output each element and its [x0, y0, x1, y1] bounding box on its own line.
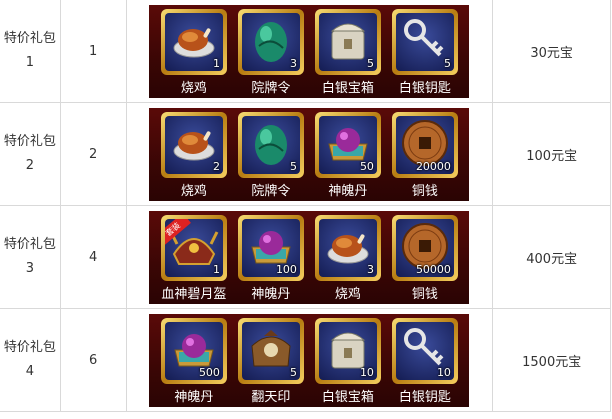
item-label: 血神碧月盔	[161, 286, 227, 302]
pack-price: 30元宝	[492, 0, 611, 103]
item-label: 白银钥匙	[398, 80, 451, 96]
roast-chicken-icon	[171, 20, 217, 64]
roast-chicken-icon	[325, 226, 371, 270]
reward-item: 5 白银钥匙	[386, 8, 463, 98]
item-quantity: 10	[359, 365, 374, 379]
reward-item: 5 白银宝箱	[309, 8, 386, 98]
item-quantity: 1	[212, 56, 220, 70]
table-row: 特价礼包3 4 套装 1 血神碧月盔 100 神魄丹 3 烧鸡 50000 铜钱 400元宝	[0, 205, 611, 309]
silver-chest-icon	[327, 17, 369, 67]
item-frame: 5	[237, 111, 304, 178]
item-label: 院牌令	[251, 183, 291, 199]
item-label: 铜钱	[411, 286, 438, 302]
item-quantity: 50	[359, 159, 374, 173]
pack-count: 4	[59, 205, 127, 309]
item-label: 院牌令	[251, 80, 291, 96]
item-frame: 5	[237, 317, 304, 384]
item-strip: 500 神魄丹 5 翻天印 10 白银宝箱 10 白银钥匙	[149, 313, 470, 407]
item-frame: 1	[160, 8, 227, 75]
reward-item: 50 神魄丹	[309, 111, 386, 201]
item-frame: 500	[160, 317, 227, 384]
item-frame: 3	[237, 8, 304, 75]
pack-name: 特价礼包1	[0, 0, 61, 103]
pack-items: 2 烧鸡 5 院牌令 50 神魄丹 20000 铜钱	[125, 102, 494, 206]
item-label: 白银宝箱	[321, 389, 374, 405]
reward-item: 3 烧鸡	[309, 214, 386, 304]
pack-count: 6	[59, 308, 127, 412]
item-label: 烧鸡	[180, 80, 207, 96]
pack-name: 特价礼包4	[0, 308, 61, 412]
item-frame: 100	[237, 214, 304, 281]
item-quantity: 3	[366, 262, 374, 276]
item-quantity: 1	[212, 262, 220, 276]
reward-item: 20000 铜钱	[386, 111, 463, 201]
reward-item: 10 白银宝箱	[309, 317, 386, 407]
table-row: 特价礼包4 6 500 神魄丹 5 翻天印 10 白银宝箱 10 白银钥匙 1500元宝	[0, 308, 611, 412]
reward-item: 5 翻天印	[232, 317, 309, 407]
roast-chicken-icon	[171, 123, 217, 167]
green-jade-icon	[251, 16, 291, 68]
reward-item: 2 烧鸡	[155, 111, 232, 201]
item-frame: 20000	[391, 111, 458, 178]
pack-price: 400元宝	[492, 205, 611, 309]
item-frame: 50000	[391, 214, 458, 281]
item-frame: 10	[314, 317, 381, 384]
pack-count: 2	[59, 102, 127, 206]
item-quantity: 5	[443, 56, 451, 70]
item-quantity: 500	[198, 365, 220, 379]
item-strip: 2 烧鸡 5 院牌令 50 神魄丹 20000 铜钱	[149, 107, 470, 201]
reward-item: 套装 1 血神碧月盔	[155, 214, 232, 304]
item-quantity: 50000	[415, 262, 451, 276]
gift-pack-table: 特价礼包1 1 1 烧鸡 3 院牌令 5 白银宝箱 5 白银钥匙 30元宝 特价礼包2 2 2…	[0, 0, 611, 412]
item-frame: 2	[160, 111, 227, 178]
item-frame: 5	[391, 8, 458, 75]
item-quantity: 100	[275, 262, 297, 276]
item-label: 烧鸡	[334, 286, 361, 302]
reward-item: 5 院牌令	[232, 111, 309, 201]
item-strip: 套装 1 血神碧月盔 100 神魄丹 3 烧鸡 50000 铜钱	[149, 210, 470, 304]
item-quantity: 5	[366, 56, 374, 70]
item-quantity: 10	[436, 365, 451, 379]
item-quantity: 20000	[415, 159, 451, 173]
reward-item: 100 神魄丹	[232, 214, 309, 304]
item-label: 铜钱	[411, 183, 438, 199]
table-row: 特价礼包1 1 1 烧鸡 3 院牌令 5 白银宝箱 5 白银钥匙 30元宝	[0, 0, 611, 103]
item-frame: 套装 1	[160, 214, 227, 281]
item-label: 翻天印	[251, 389, 291, 405]
pack-items: 套装 1 血神碧月盔 100 神魄丹 3 烧鸡 50000 铜钱	[125, 205, 494, 309]
reward-item: 500 神魄丹	[155, 317, 232, 407]
pack-items: 500 神魄丹 5 翻天印 10 白银宝箱 10 白银钥匙	[125, 308, 494, 412]
item-strip: 1 烧鸡 3 院牌令 5 白银宝箱 5 白银钥匙	[149, 4, 470, 98]
reward-item: 50000 铜钱	[386, 214, 463, 304]
pack-price: 1500元宝	[492, 308, 611, 412]
pack-price: 100元宝	[492, 102, 611, 206]
seal-icon	[246, 326, 296, 376]
green-jade-icon	[251, 119, 291, 171]
item-frame: 5	[314, 8, 381, 75]
table-row: 特价礼包2 2 2 烧鸡 5 院牌令 50 神魄丹 20000 铜钱 100元宝	[0, 102, 611, 206]
item-frame: 50	[314, 111, 381, 178]
reward-item: 3 院牌令	[232, 8, 309, 98]
item-quantity: 3	[289, 56, 297, 70]
item-label: 白银钥匙	[398, 389, 451, 405]
item-quantity: 2	[212, 159, 220, 173]
item-label: 白银宝箱	[321, 80, 374, 96]
item-quantity: 5	[289, 365, 297, 379]
silver-key-icon	[402, 17, 448, 67]
item-label: 神魄丹	[174, 389, 214, 405]
pack-name: 特价礼包3	[0, 205, 61, 309]
item-label: 神魄丹	[251, 286, 291, 302]
reward-item: 10 白银钥匙	[386, 317, 463, 407]
item-label: 神魄丹	[328, 183, 368, 199]
item-quantity: 5	[289, 159, 297, 173]
pack-items: 1 烧鸡 3 院牌令 5 白银宝箱 5 白银钥匙	[125, 0, 494, 103]
item-frame: 3	[314, 214, 381, 281]
pack-count: 1	[59, 0, 127, 103]
pack-name: 特价礼包2	[0, 102, 61, 206]
item-label: 烧鸡	[180, 183, 207, 199]
item-frame: 10	[391, 317, 458, 384]
reward-item: 1 烧鸡	[155, 8, 232, 98]
